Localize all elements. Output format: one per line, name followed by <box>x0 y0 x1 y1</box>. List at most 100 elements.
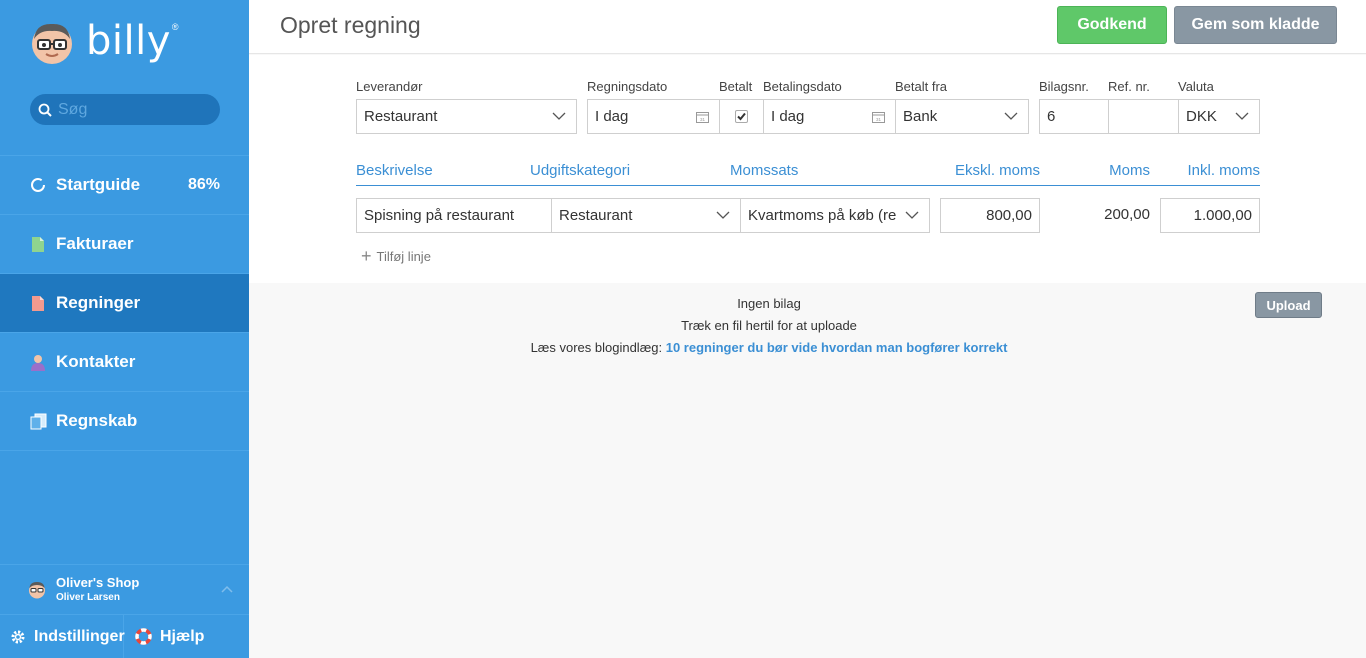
progress-ring-icon <box>29 176 47 194</box>
page-title: Opret regning <box>280 12 421 38</box>
sidebar-nav: Startguide 86% Fakturaer Regninger Konta… <box>0 155 249 451</box>
paid-checkbox-cell[interactable] <box>719 99 764 134</box>
chevron-down-icon <box>552 112 566 120</box>
sidebar-item-label: Regnskab <box>56 411 138 430</box>
svg-text:31: 31 <box>700 117 706 122</box>
bill-date-field[interactable]: I dag 31 <box>587 99 720 134</box>
lifebuoy-icon <box>135 628 152 645</box>
sidebar-item-label: Startguide <box>56 175 141 194</box>
paid-checkbox[interactable] <box>735 110 748 123</box>
bill-date-label: Regningsdato <box>587 79 668 94</box>
line-vat-rate-value: Kvartmoms på køb (re <box>748 207 896 224</box>
bill-date-value: I dag <box>595 108 629 125</box>
voucher-no-value: 6 <box>1047 108 1056 125</box>
drop-hint-text: Træk en fil hertil for at uploade <box>681 318 857 333</box>
blog-prefix: Læs vores blogindlæg: <box>530 340 663 355</box>
chevron-down-icon <box>716 211 730 219</box>
description-column-header: Beskrivelse <box>356 162 433 179</box>
incl-vat-column-header: Inkl. moms <box>1187 162 1260 179</box>
supplier-label: Leverandør <box>356 79 423 94</box>
attachments-area[interactable]: Ingen bilag Træk en fil hertil for at up… <box>249 283 1366 658</box>
invoice-document-icon <box>29 235 47 253</box>
line-description-value: Spisning på restaurant <box>364 207 515 224</box>
sidebar-item-kontakter[interactable]: Kontakter <box>0 333 249 392</box>
main-content: Opret regning Godkend Gem som kladde Lev… <box>249 0 1366 658</box>
category-column-header: Udgiftskategori <box>530 162 631 179</box>
account-user-name: Oliver Larsen <box>56 591 120 603</box>
page-header: Opret regning Godkend Gem som kladde <box>249 0 1366 54</box>
currency-value: DKK <box>1186 108 1217 125</box>
chevron-down-icon <box>1004 112 1018 120</box>
sidebar-item-regnskab[interactable]: Regnskab <box>0 392 249 451</box>
billy-logo[interactable]: billy ® <box>30 18 179 68</box>
sidebar-bottom-bar: Indstillinger Hjælp <box>0 614 249 658</box>
calendar-icon[interactable]: 31 <box>696 111 709 123</box>
chevron-down-icon <box>1235 112 1249 120</box>
help-button[interactable]: Hjælp <box>124 615 204 658</box>
sidebar-item-label: Fakturaer <box>56 234 134 253</box>
chevron-down-icon <box>905 211 919 219</box>
excl-vat-column-header: Ekskl. moms <box>954 162 1040 179</box>
calendar-icon[interactable]: 31 <box>872 111 885 123</box>
header-divider <box>356 185 1260 186</box>
vat-rate-column-header: Momssats <box>730 162 799 179</box>
paid-label: Betalt <box>719 79 753 94</box>
svg-text:31: 31 <box>876 117 882 122</box>
logo-text: billy <box>86 18 171 64</box>
person-icon <box>29 353 47 371</box>
bill-form: Leverandør Regningsdato Betalt Betalings… <box>249 55 1366 283</box>
approve-button[interactable]: Godkend <box>1057 6 1167 44</box>
search-icon <box>38 103 52 117</box>
add-line-label: Tilføj linje <box>376 249 431 264</box>
paid-from-select[interactable]: Bank <box>895 99 1029 134</box>
line-description-input[interactable]: Spisning på restaurant <box>356 198 552 233</box>
blog-line: Læs vores blogindlæg: 10 regninger du bø… <box>249 340 1289 355</box>
payment-date-value: I dag <box>771 108 805 125</box>
supplier-value: Restaurant <box>364 108 438 125</box>
startguide-progress-badge: 86% <box>187 176 220 193</box>
sidebar: billy® Startguide 86% Fakturaer Regning <box>0 0 249 658</box>
line-vat-rate-select[interactable]: Kvartmoms på køb (re <box>740 198 930 233</box>
settings-button[interactable]: Indstillinger <box>0 615 125 658</box>
vat-column-header: Moms <box>1109 162 1150 179</box>
ledger-icon <box>29 412 47 430</box>
help-label: Hjælp <box>160 627 205 645</box>
account-shop-name: Oliver's Shop <box>56 574 140 590</box>
line-excl-vat-value: 800,00 <box>986 207 1032 224</box>
sidebar-item-startguide[interactable]: Startguide 86% <box>0 156 249 215</box>
sidebar-item-regninger[interactable]: Regninger <box>0 274 249 333</box>
plus-icon: + <box>361 246 372 266</box>
avatar <box>29 581 45 598</box>
sidebar-item-label: Regninger <box>56 293 141 312</box>
account-switcher[interactable]: Oliver's Shop Oliver Larsen <box>0 564 249 614</box>
settings-label: Indstillinger <box>34 627 125 645</box>
bill-document-icon <box>29 294 47 312</box>
voucher-no-label: Bilagsnr. <box>1039 79 1089 94</box>
save-draft-button[interactable]: Gem som kladde <box>1174 6 1337 44</box>
payment-date-label: Betalingsdato <box>763 79 842 94</box>
currency-select[interactable]: DKK <box>1178 99 1260 134</box>
logo-registered-mark: ® <box>171 22 179 32</box>
search-box[interactable] <box>30 94 220 125</box>
gear-icon <box>10 629 26 645</box>
paid-from-value: Bank <box>903 108 938 125</box>
line-category-value: Restaurant <box>559 207 633 224</box>
add-line-button[interactable]: + Tilføj linje <box>361 246 431 267</box>
upload-button[interactable]: Upload <box>1255 292 1322 318</box>
line-vat-amount: 200,00 <box>1104 206 1150 223</box>
payment-date-field[interactable]: I dag 31 <box>763 99 896 134</box>
blog-link[interactable]: 10 regninger du bør vide hvordan man bog… <box>666 340 1008 355</box>
supplier-select[interactable]: Restaurant <box>356 99 577 134</box>
line-category-select[interactable]: Restaurant <box>551 198 741 233</box>
line-incl-vat-value: 1.000,00 <box>1193 207 1252 224</box>
voucher-no-input[interactable]: 6 <box>1039 99 1109 134</box>
line-incl-vat-input[interactable]: 1.000,00 <box>1160 198 1260 233</box>
search-input[interactable] <box>58 100 208 119</box>
ref-no-label: Ref. nr. <box>1108 79 1150 94</box>
billy-mascot-icon <box>32 23 72 64</box>
sidebar-item-label: Kontakter <box>56 352 136 371</box>
sidebar-item-fakturaer[interactable]: Fakturaer <box>0 215 249 274</box>
line-excl-vat-input[interactable]: 800,00 <box>940 198 1040 233</box>
chevron-up-icon <box>221 585 233 593</box>
ref-no-input[interactable] <box>1108 99 1179 134</box>
